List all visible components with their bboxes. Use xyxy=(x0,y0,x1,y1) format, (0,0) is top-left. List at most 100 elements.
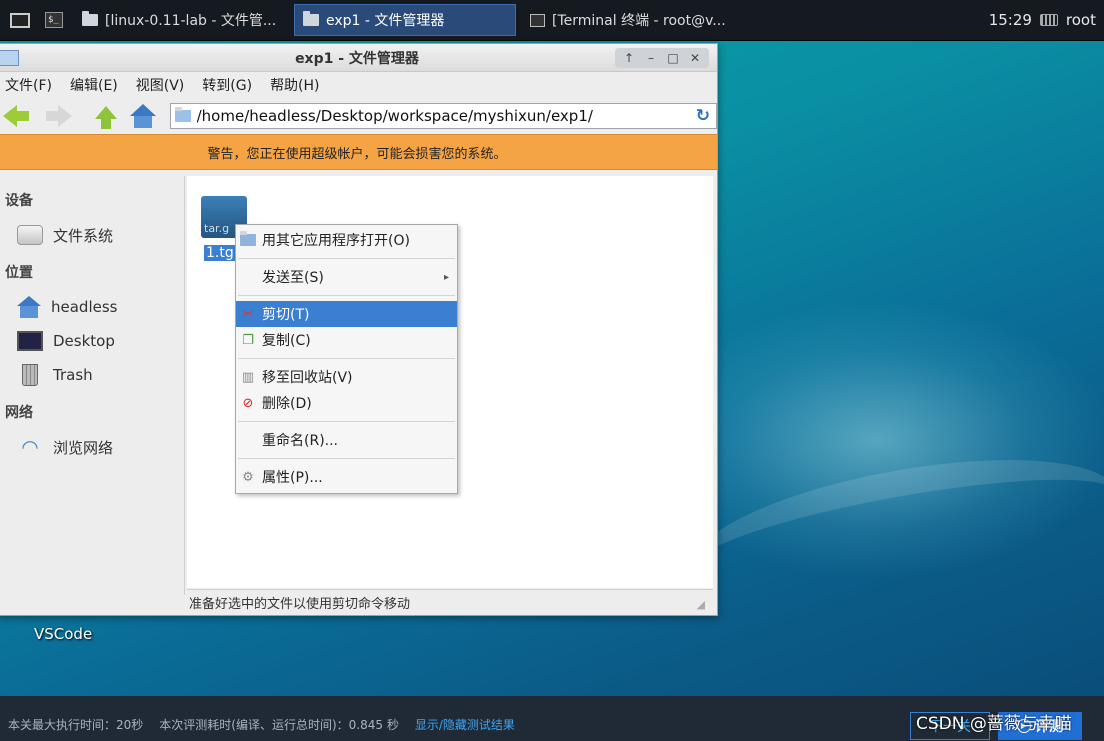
resize-grip-icon[interactable]: ◢ xyxy=(697,598,705,611)
sidebar-header-network: 网络 xyxy=(5,405,33,421)
menu-item-label: 属性(P)... xyxy=(262,470,323,486)
sidebar-item-filesystem[interactable]: 文件系统 xyxy=(0,218,184,252)
archive-icon-text: tar.g xyxy=(204,222,230,235)
menu-rename[interactable]: 重命名(R)... xyxy=(236,427,457,453)
folder-icon xyxy=(303,11,319,26)
clock[interactable]: 15:29 xyxy=(989,11,1032,29)
taskbar: $_ [linux-0.11-lab - 文件管... exp1 - 文件管理器… xyxy=(0,0,1104,41)
gear-icon: ⚙ xyxy=(242,469,254,485)
window-title: exp1 - 文件管理器 xyxy=(295,50,419,67)
menu-item-label: 复制(C) xyxy=(262,333,311,349)
menu-separator xyxy=(238,421,455,422)
sidebar-item-desktop[interactable]: Desktop xyxy=(0,324,184,358)
max-exec-time: 本关最大执行时间：20秒 xyxy=(8,718,144,732)
submenu-arrow-icon: ▸ xyxy=(443,271,449,283)
folder-icon xyxy=(82,11,98,26)
menu-item-label: 移至回收站(V) xyxy=(262,370,353,386)
close-button[interactable]: ✕ xyxy=(688,49,702,67)
task-exp1[interactable]: exp1 - 文件管理器 xyxy=(294,4,516,36)
back-button[interactable] xyxy=(3,104,38,128)
menu-properties[interactable]: ⚙ 属性(P)... xyxy=(236,464,457,490)
shade-button[interactable]: ↑ xyxy=(622,49,636,67)
toggle-results-link[interactable]: 显示/隐藏测试结果 xyxy=(415,716,515,733)
menu-separator xyxy=(238,358,455,359)
drive-icon xyxy=(17,225,43,245)
menu-file[interactable]: 文件(F) xyxy=(5,75,52,95)
folder-icon xyxy=(174,107,191,122)
task-label: [Terminal 终端 - root@v... xyxy=(552,13,726,29)
menu-item-label: 发送至(S) xyxy=(262,270,324,286)
terminal-icon xyxy=(530,13,545,27)
scissors-icon: ✂ xyxy=(242,306,254,322)
location-input[interactable]: /home/headless/Desktop/workspace/myshixu… xyxy=(169,103,717,129)
menu-separator xyxy=(238,458,455,459)
menu-item-label: 用其它应用程序打开(O) xyxy=(262,233,410,249)
terminal-launcher-icon[interactable]: $_ xyxy=(40,7,68,33)
sidebar-item-label: 文件系统 xyxy=(53,226,114,245)
minimize-button[interactable]: – xyxy=(644,49,658,67)
toolbar: /home/headless/Desktop/workspace/myshixu… xyxy=(0,98,717,134)
location-value: /home/headless/Desktop/workspace/myshixu… xyxy=(196,107,593,125)
titlebar[interactable]: exp1 - 文件管理器 ↑ – □ ✕ xyxy=(0,44,717,72)
task-label: [linux-0.11-lab - 文件管... xyxy=(105,13,277,29)
menu-view[interactable]: 视图(V) xyxy=(136,75,185,95)
show-desktop-icon[interactable] xyxy=(6,7,34,33)
menu-help[interactable]: 帮助(H) xyxy=(270,75,319,95)
forward-button[interactable] xyxy=(46,104,81,128)
home-icon xyxy=(17,296,41,318)
menu-move-to-trash[interactable]: ▥ 移至回收站(V) xyxy=(236,364,457,390)
desktop-icon-vscode[interactable]: VSCode xyxy=(34,625,92,643)
wifi-icon: ◠ xyxy=(21,435,39,459)
menu-open-with[interactable]: 用其它应用程序打开(O) xyxy=(236,227,457,253)
task-terminal[interactable]: [Terminal 终端 - root@v... xyxy=(522,4,744,36)
desktop-icon xyxy=(17,331,43,351)
sidebar-item-label: Trash xyxy=(53,366,93,384)
trash-icon xyxy=(22,364,38,386)
menu-copy[interactable]: ❐ 复制(C) xyxy=(236,327,457,353)
menubar: 文件(F) 编辑(E) 视图(V) 转到(G) 帮助(H) xyxy=(0,72,717,98)
status-text: 准备好选中的文件以使用剪切命令移动 xyxy=(189,597,411,612)
menu-separator xyxy=(238,258,455,259)
menu-item-label: 删除(D) xyxy=(262,396,312,412)
root-warning-banner: 警告，您正在使用超级帐户，可能会损害您的系统。 xyxy=(0,134,717,170)
statusbar: 准备好选中的文件以使用剪切命令移动 ◢ xyxy=(187,589,713,615)
sidebar: 设备 文件系统 位置 headless Desktop Trash 网络 ◠ 浏… xyxy=(0,176,185,595)
watermark: CSDN @蔷薇与幸喵 xyxy=(916,714,1072,734)
menu-edit[interactable]: 编辑(E) xyxy=(70,75,118,95)
sidebar-item-trash[interactable]: Trash xyxy=(0,358,184,392)
home-button[interactable] xyxy=(130,104,157,128)
folder-icon xyxy=(240,231,256,248)
sidebar-header-devices: 设备 xyxy=(5,193,33,209)
sidebar-header-places: 位置 xyxy=(5,265,33,281)
sidebar-item-label: headless xyxy=(51,298,118,316)
maximize-button[interactable]: □ xyxy=(666,49,680,67)
window-controls: ↑ – □ ✕ xyxy=(615,48,709,68)
folder-icon xyxy=(0,50,19,66)
menu-separator xyxy=(238,295,455,296)
task-linux-lab[interactable]: [linux-0.11-lab - 文件管... xyxy=(74,4,288,36)
up-arrow-icon xyxy=(95,105,118,129)
menu-item-label: 重命名(R)... xyxy=(262,433,339,449)
context-menu: 用其它应用程序打开(O) 发送至(S) ▸ ✂ 剪切(T) ❐ 复制(C) ▥ … xyxy=(235,224,458,494)
task-label: exp1 - 文件管理器 xyxy=(326,13,445,29)
menu-delete[interactable]: ⊘ 删除(D) xyxy=(236,390,457,416)
eval-time: 本次评测耗时(编译、运行总时间)：0.845 秒 xyxy=(159,718,399,732)
keyboard-icon[interactable] xyxy=(1039,14,1058,26)
back-arrow-icon xyxy=(3,105,29,127)
reload-icon[interactable]: ↻ xyxy=(696,106,716,126)
forward-arrow-icon xyxy=(46,105,73,127)
copy-icon: ❐ xyxy=(242,332,254,348)
menu-cut[interactable]: ✂ 剪切(T) xyxy=(236,301,457,327)
user-label[interactable]: root xyxy=(1066,11,1096,29)
trash-icon: ▥ xyxy=(241,369,255,385)
menu-send-to[interactable]: 发送至(S) ▸ xyxy=(236,264,457,290)
sidebar-item-headless[interactable]: headless xyxy=(0,290,184,324)
up-button[interactable] xyxy=(89,104,118,129)
sidebar-item-browse-network[interactable]: ◠ 浏览网络 xyxy=(0,430,184,464)
menu-go[interactable]: 转到(G) xyxy=(202,75,252,95)
sidebar-item-label: Desktop xyxy=(53,332,115,350)
file-name-label[interactable]: 1.tg xyxy=(204,245,236,261)
menu-item-label: 剪切(T) xyxy=(262,307,310,323)
delete-icon: ⊘ xyxy=(242,395,254,411)
sidebar-item-label: 浏览网络 xyxy=(53,438,114,457)
